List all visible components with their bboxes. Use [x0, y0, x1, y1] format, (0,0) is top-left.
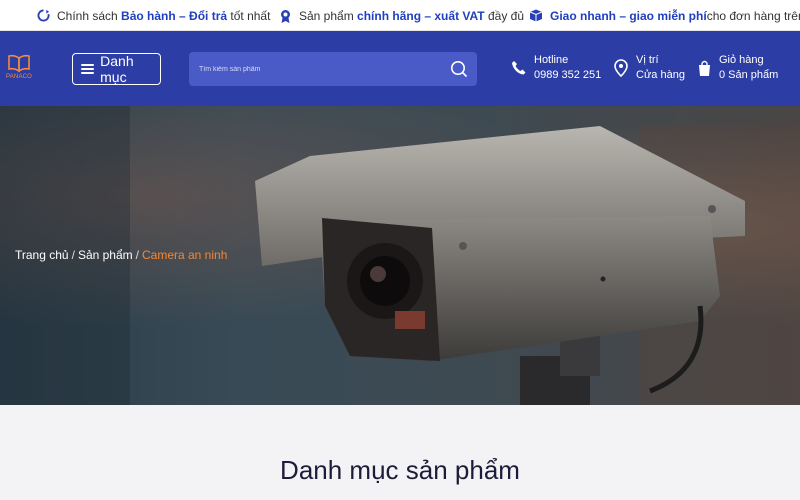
- book-icon: [8, 54, 30, 73]
- hotline-block[interactable]: Hotline 0989 352 251: [510, 53, 601, 83]
- cart-block[interactable]: Giỏ hàng 0 Sản phẩm: [695, 53, 778, 83]
- breadcrumb-current: Camera an ninh: [141, 248, 228, 262]
- site-header: PANACO Danh mục Hotline 0989 352 251 Vị …: [0, 31, 800, 106]
- promo-genuine: Sản phẩm chính hãng – xuất VAT đầy đủ: [278, 0, 524, 31]
- location-title: Vị trí: [636, 54, 659, 66]
- search-box: [189, 52, 477, 86]
- section-title: Danh mục sản phẩm: [280, 455, 520, 485]
- location-value: Cửa hàng: [636, 69, 685, 81]
- map-pin-icon: [612, 53, 630, 83]
- promo-bar: Chính sách Bảo hành – Đổi trả tốt nhất S…: [0, 0, 800, 31]
- category-menu-label: Danh mục: [100, 53, 134, 85]
- category-menu-button[interactable]: Danh mục: [72, 53, 161, 85]
- hamburger-icon: [81, 62, 95, 76]
- promo-shipping: Giao nhanh – giao miễn phí cho đơn hàng …: [529, 0, 800, 31]
- breadcrumb-products[interactable]: Sản phẩm: [78, 248, 133, 262]
- hotline-number: 0989 352 251: [534, 69, 602, 81]
- promo-warranty: Chính sách Bảo hành – Đổi trả tốt nhất: [36, 0, 270, 31]
- box-icon: [529, 9, 543, 23]
- location-block[interactable]: Vị trí Cửa hàng: [612, 53, 685, 83]
- phone-icon: [510, 53, 528, 83]
- breadcrumb: Trang chủ / Sản phẩm / Camera an ninh: [15, 248, 227, 262]
- hotline-title: Hotline: [534, 54, 569, 66]
- shopping-bag-icon: [695, 53, 713, 83]
- hero-banner: Trang chủ / Sản phẩm / Camera an ninh: [0, 106, 800, 405]
- breadcrumb-separator: /: [135, 248, 139, 262]
- search-input[interactable]: [199, 52, 439, 86]
- refresh-icon: [36, 9, 50, 23]
- cart-count: 0 Sản phẩm: [719, 69, 779, 81]
- breadcrumb-home[interactable]: Trang chủ: [15, 248, 69, 262]
- badge-icon: [278, 9, 292, 23]
- logo-text: PANACO: [5, 74, 33, 80]
- search-icon[interactable]: [450, 60, 468, 78]
- breadcrumb-separator: /: [71, 248, 75, 262]
- logo[interactable]: PANACO: [6, 53, 32, 80]
- cart-title: Giỏ hàng: [719, 54, 764, 66]
